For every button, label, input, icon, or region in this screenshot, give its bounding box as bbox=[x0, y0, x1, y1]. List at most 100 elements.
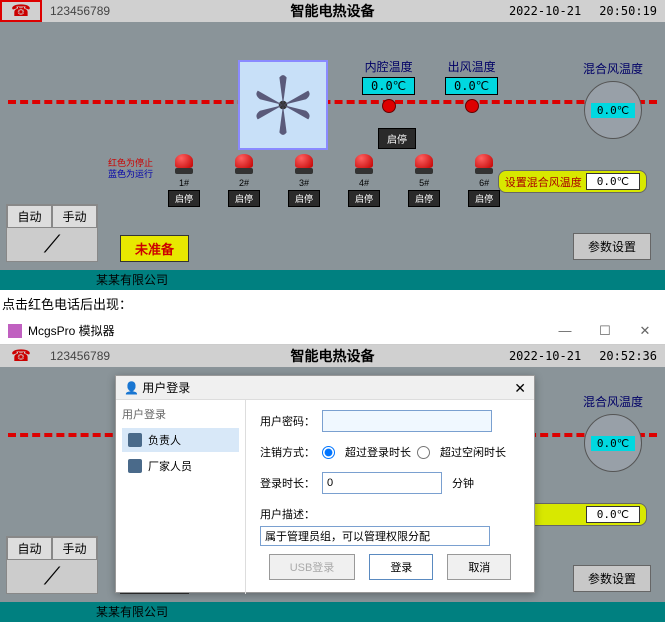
phone-button[interactable]: ☎ bbox=[0, 0, 42, 22]
mix-temp-group: 混合风温度 0.0℃ bbox=[583, 60, 643, 139]
auto-mode-tab[interactable]: 自动 bbox=[7, 205, 52, 228]
app-title: 智能电热设备 bbox=[291, 348, 375, 364]
heater-5: 5# 启停 bbox=[408, 154, 440, 207]
login-dialog: 👤 用户登录 ✕ 用户登录 负责人 厂家人员 bbox=[115, 375, 535, 593]
simulator-title: McgsPro 模拟器 bbox=[28, 322, 115, 339]
heater-2: 2# 启停 bbox=[228, 154, 260, 207]
time-display: 20:50:19 bbox=[599, 4, 657, 18]
sensor-icon bbox=[465, 99, 479, 113]
outlet-temp-group: 出风温度 0.0℃ bbox=[445, 58, 498, 113]
inner-temp-group: 内腔温度 0.0℃ bbox=[362, 58, 415, 113]
sensor-icon bbox=[382, 99, 396, 113]
heater-6: 6# 启停 bbox=[468, 154, 500, 207]
mix-temp-value: 0.0℃ bbox=[591, 103, 635, 118]
phone-button[interactable]: ☎ bbox=[0, 345, 42, 367]
caption-text: 点击红色电话后出现： bbox=[0, 290, 665, 317]
indicator-light-icon bbox=[415, 154, 433, 168]
manual-mode-tab[interactable]: 手动 bbox=[52, 205, 97, 228]
user-avatar-icon bbox=[128, 459, 142, 473]
company-name: 某某有限公司 bbox=[96, 603, 168, 620]
heater-4-button[interactable]: 启停 bbox=[348, 190, 380, 207]
phone-number: 123456789 bbox=[50, 349, 110, 363]
dialog-titlebar: 👤 用户登录 ✕ bbox=[116, 376, 534, 400]
phone-number: 123456789 bbox=[50, 4, 110, 18]
logout-opt-idle-duration[interactable]: 超过空闲时长 bbox=[417, 444, 506, 460]
indicator-light-icon bbox=[355, 154, 373, 168]
app-logo-icon bbox=[8, 324, 22, 338]
indicator-light-icon bbox=[295, 154, 313, 168]
ready-status-button[interactable]: 未准备 bbox=[120, 235, 189, 262]
heater-1: 1# 启停 bbox=[168, 154, 200, 207]
heater-5-button[interactable]: 启停 bbox=[408, 190, 440, 207]
user-avatar-icon bbox=[128, 433, 142, 447]
duration-input[interactable] bbox=[322, 472, 442, 494]
user-section-label: 用户登录 bbox=[122, 406, 239, 422]
time-display: 20:52:36 bbox=[599, 349, 657, 363]
user-item-factory[interactable]: 厂家人员 bbox=[122, 454, 239, 478]
param-settings-button[interactable]: 参数设置 bbox=[573, 565, 651, 592]
date-display: 2022-10-21 bbox=[509, 349, 581, 363]
heater-3-button[interactable]: 启停 bbox=[288, 190, 320, 207]
pipeline-line bbox=[8, 100, 657, 104]
cancel-button[interactable]: 取消 bbox=[447, 554, 511, 580]
indicator-light-icon bbox=[475, 154, 493, 168]
dialog-close-button[interactable]: ✕ bbox=[514, 380, 526, 397]
logout-mode-label: 注销方式： bbox=[260, 444, 316, 460]
set-mix-input[interactable]: 0.0℃ bbox=[586, 506, 640, 523]
close-window-button[interactable]: ✕ bbox=[625, 317, 665, 345]
heater-6-button[interactable]: 启停 bbox=[468, 190, 500, 207]
mode-selector: 自动 手动 ⟋ bbox=[6, 536, 98, 594]
set-mix-temp-control[interactable]: 设置混合风温度 0.0℃ bbox=[498, 170, 647, 193]
fan-startstop-button[interactable]: 启停 bbox=[378, 128, 416, 149]
password-input[interactable] bbox=[322, 410, 492, 432]
status-legend: 红色为停止 蓝色为运行 bbox=[108, 158, 153, 180]
heater-2-button[interactable]: 启停 bbox=[228, 190, 260, 207]
top-bar: ☎ 123456789 智能电热设备 2022-10-21 20:52:36 bbox=[0, 345, 665, 367]
mode-switch-icon[interactable]: ⟋ bbox=[7, 560, 97, 593]
mix-temp-value: 0.0℃ bbox=[591, 436, 635, 451]
user-desc-input[interactable] bbox=[260, 526, 490, 546]
heater-1-button[interactable]: 启停 bbox=[168, 190, 200, 207]
mix-temp-label: 混合风温度 bbox=[583, 393, 643, 410]
heater-4: 4# 启停 bbox=[348, 154, 380, 207]
main-screen-after: McgsPro 模拟器 — ☐ ✕ ☎ 123456789 智能电热设备 202… bbox=[0, 317, 665, 622]
mode-selector: 自动 手动 ⟋ bbox=[6, 204, 98, 262]
mix-temp-gauge: 0.0℃ bbox=[584, 414, 642, 472]
inner-temp-label: 内腔温度 bbox=[365, 58, 413, 75]
login-button[interactable]: 登录 bbox=[369, 554, 433, 580]
fan-display bbox=[238, 60, 328, 150]
duration-label: 登录时长： bbox=[260, 475, 316, 491]
simulator-titlebar: McgsPro 模拟器 — ☐ ✕ bbox=[0, 317, 665, 345]
heater-lights-row: 1# 启停 2# 启停 3# 启停 4# 启停 5# 启停 6# 启停 bbox=[168, 154, 500, 207]
password-label: 用户密码： bbox=[260, 413, 316, 429]
date-display: 2022-10-21 bbox=[509, 4, 581, 18]
auto-mode-tab[interactable]: 自动 bbox=[7, 537, 52, 560]
inner-temp-value: 0.0℃ bbox=[362, 77, 415, 95]
usb-login-button[interactable]: USB登录 bbox=[269, 554, 356, 580]
company-name: 某某有限公司 bbox=[96, 271, 168, 288]
param-settings-button[interactable]: 参数设置 bbox=[573, 233, 651, 260]
app-title: 智能电热设备 bbox=[291, 3, 375, 19]
indicator-light-icon bbox=[175, 154, 193, 168]
set-mix-label: 设置混合风温度 bbox=[505, 174, 582, 190]
user-desc-label: 用户描述： bbox=[260, 509, 315, 521]
main-screen-before: ☎ 123456789 智能电热设备 2022-10-21 20:50:19 内… bbox=[0, 0, 665, 290]
set-mix-input[interactable]: 0.0℃ bbox=[586, 173, 640, 190]
outlet-temp-label: 出风温度 bbox=[448, 58, 496, 75]
mode-switch-icon[interactable]: ⟋ bbox=[7, 228, 97, 261]
top-bar: ☎ 123456789 智能电热设备 2022-10-21 20:50:19 bbox=[0, 0, 665, 22]
manual-mode-tab[interactable]: 手动 bbox=[52, 537, 97, 560]
fan-icon bbox=[247, 69, 319, 141]
logout-opt-login-duration[interactable]: 超过登录时长 bbox=[322, 444, 411, 460]
mix-temp-group: 混合风温度 0.0℃ bbox=[583, 393, 643, 472]
dialog-title: 用户登录 bbox=[142, 379, 190, 396]
minimize-button[interactable]: — bbox=[545, 317, 585, 345]
phone-icon: ☎ bbox=[11, 1, 31, 21]
user-item-manager[interactable]: 负责人 bbox=[122, 428, 239, 452]
duration-unit: 分钟 bbox=[452, 475, 474, 491]
indicator-light-icon bbox=[235, 154, 253, 168]
mix-temp-gauge: 0.0℃ bbox=[584, 81, 642, 139]
maximize-button[interactable]: ☐ bbox=[585, 317, 625, 345]
login-form: 用户密码： 注销方式： 超过登录时长 超过空闲时长 登录时长： 分钟 bbox=[246, 400, 534, 594]
user-icon: 👤 bbox=[124, 381, 139, 395]
